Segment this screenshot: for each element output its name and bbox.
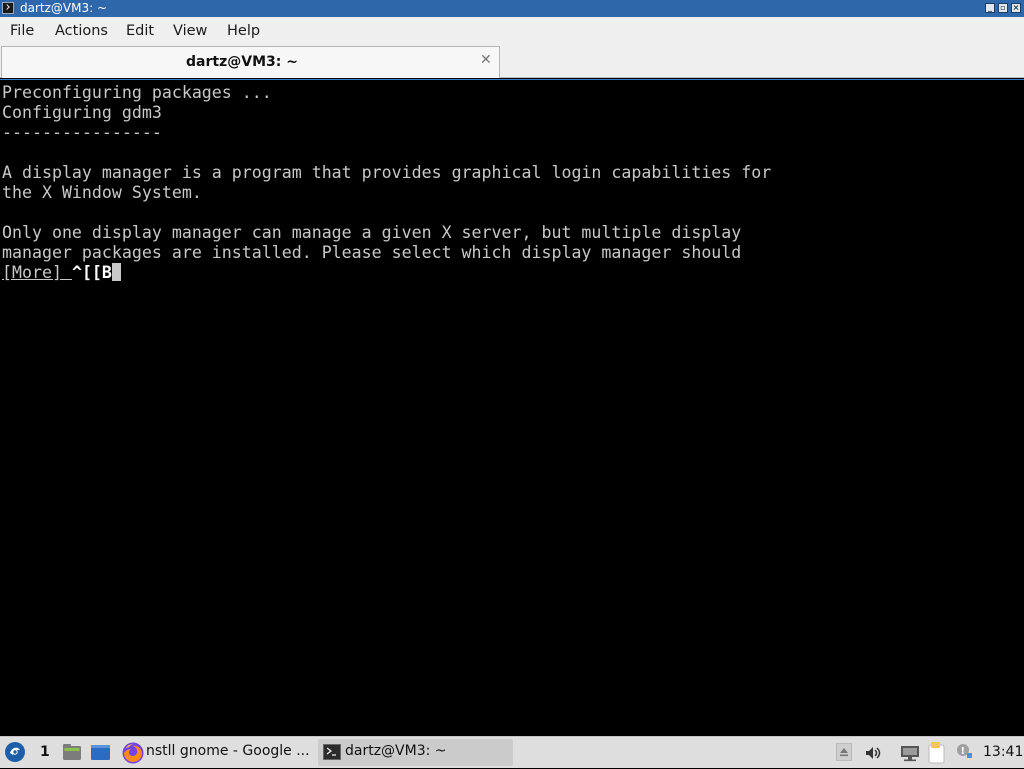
terminal-line: ---------------- <box>2 123 162 142</box>
menu-help[interactable]: Help <box>227 23 260 40</box>
terminal-prompt-line: [More] ^[[B <box>2 263 112 283</box>
window-title: dartz@VM3: ~ <box>20 1 108 15</box>
maximize-button[interactable]: ▫ <box>998 3 1008 13</box>
volume-icon[interactable] <box>864 744 882 762</box>
terminal-app-icon <box>2 2 14 14</box>
task-terminal[interactable]: dartz@VM3: ~ <box>318 739 513 766</box>
minimize-button[interactable]: _ <box>985 3 995 13</box>
terminal-line: manager packages are installed. Please s… <box>2 243 742 262</box>
terminal-view[interactable]: Preconfiguring packages ... Configuring … <box>0 79 1024 736</box>
tab-terminal[interactable]: dartz@VM3: ~ ✕ <box>1 46 500 78</box>
menu-view[interactable]: View <box>173 23 207 40</box>
file-manager-icon[interactable] <box>62 743 82 761</box>
terminal-line: Preconfiguring packages ... <box>2 83 272 102</box>
terminal-icon <box>323 744 341 760</box>
terminal-line: Configuring gdm3 <box>2 103 162 122</box>
tab-bar: dartz@VM3: ~ ✕ <box>0 45 1024 78</box>
menu-actions[interactable]: Actions <box>55 23 108 40</box>
terminal-cursor <box>112 263 121 281</box>
close-icon[interactable]: ✕ <box>480 52 492 68</box>
taskbar: 1 nstll gnome - Google ... dartz@VM3: ~ <box>0 736 1024 768</box>
update-icon[interactable]: ! <box>955 742 973 760</box>
menu-edit[interactable]: Edit <box>126 23 154 40</box>
terminal-line: the X Window System. <box>2 183 202 202</box>
window-titlebar[interactable]: dartz@VM3: ~ _ ▫ × <box>0 0 1024 17</box>
menu-file[interactable]: File <box>10 23 34 40</box>
svg-text:!: ! <box>961 746 966 757</box>
task-firefox-label[interactable]: nstll gnome - Google ... <box>146 743 310 759</box>
notes-icon[interactable] <box>927 741 947 765</box>
lubuntu-start-icon[interactable] <box>4 741 26 763</box>
typed-input: ^[[B <box>71 263 112 282</box>
menubar: File Actions Edit View Help <box>0 17 1024 45</box>
clock[interactable]: 13:41 <box>983 744 1023 760</box>
task-terminal-label: dartz@VM3: ~ <box>345 743 447 759</box>
workspace-number[interactable]: 1 <box>40 744 50 760</box>
close-button[interactable]: × <box>1011 3 1021 13</box>
terminal-line: Only one display manager can manage a gi… <box>2 223 742 242</box>
eject-icon[interactable] <box>836 743 852 761</box>
more-prompt: [More] <box>2 263 62 282</box>
terminal-line: A display manager is a program that prov… <box>2 163 772 182</box>
tab-label: dartz@VM3: ~ <box>186 54 298 70</box>
firefox-icon[interactable] <box>121 741 145 765</box>
network-icon[interactable] <box>899 744 921 762</box>
show-desktop-icon[interactable] <box>90 744 111 761</box>
